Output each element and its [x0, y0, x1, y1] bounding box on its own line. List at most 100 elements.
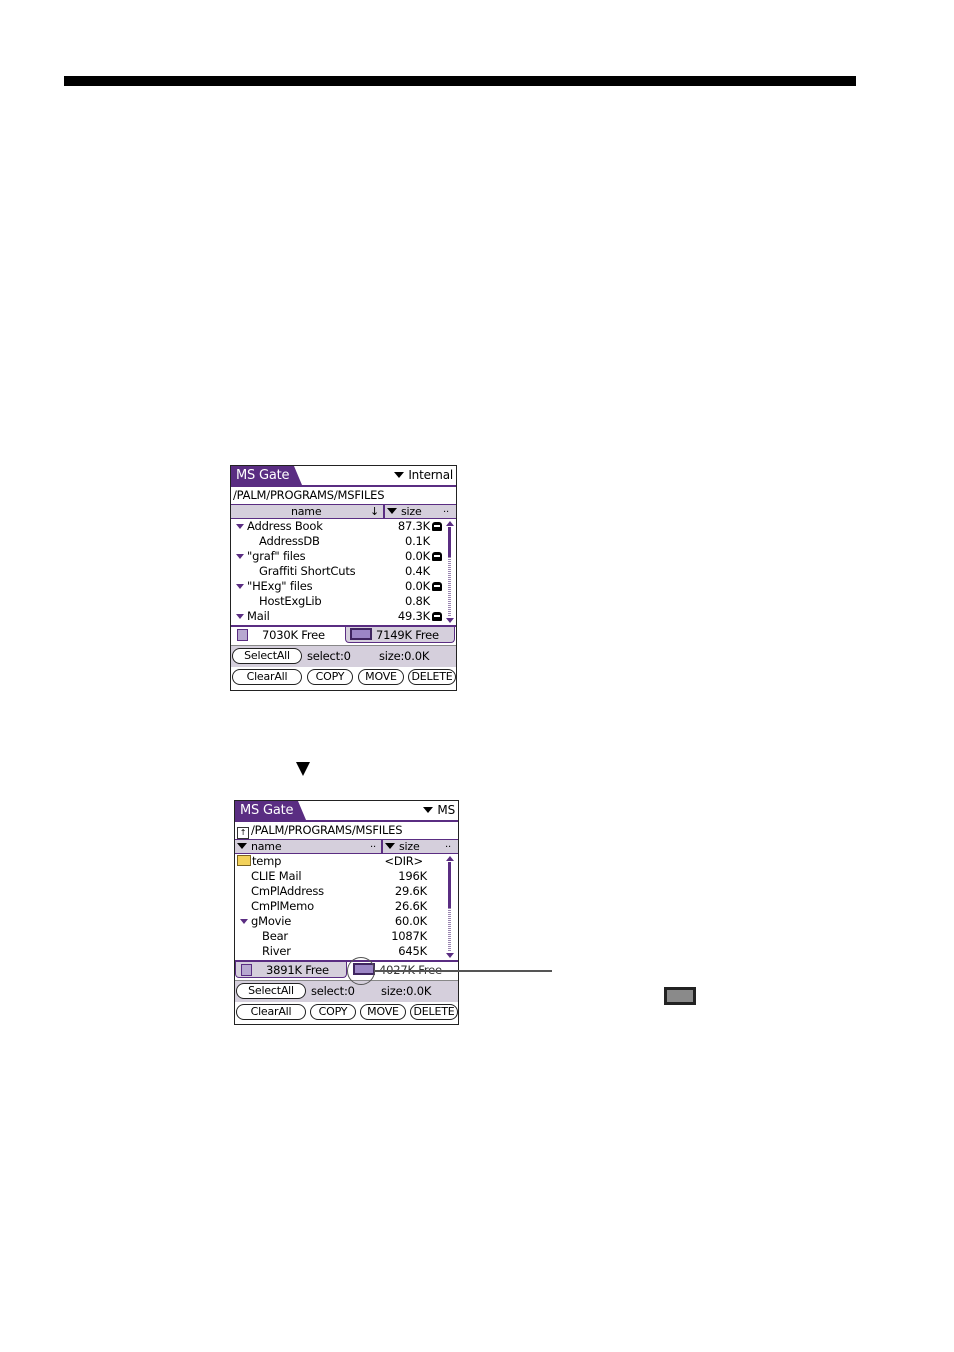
scrollbar[interactable] — [446, 856, 454, 958]
list-item[interactable]: CmPlMemo 26.6K — [235, 899, 445, 914]
list-item[interactable]: CLIE Mail 196K — [235, 869, 445, 884]
ms-free-tab[interactable]: 7149K Free — [345, 627, 455, 643]
clear-all-button[interactable]: ClearAll — [232, 669, 302, 685]
item-size: 196K — [398, 869, 427, 883]
up-folder-icon[interactable]: ↑ — [237, 827, 249, 839]
delete-button[interactable]: DELETE — [408, 669, 456, 685]
move-button[interactable]: MOVE — [358, 669, 404, 685]
scroll-up-icon[interactable] — [446, 856, 454, 861]
scroll-thumb[interactable] — [448, 527, 451, 557]
more-columns-icon[interactable]: .. — [445, 838, 451, 851]
item-size: 0.1K — [404, 534, 430, 548]
dropdown-arrow-icon — [394, 472, 405, 478]
scroll-down-icon[interactable] — [446, 618, 454, 623]
expand-arrow-icon[interactable] — [236, 584, 244, 589]
drive-label: Internal — [408, 468, 453, 482]
item-name: Graffiti ShortCuts — [259, 564, 356, 578]
list-item[interactable]: River 645K — [235, 944, 445, 959]
item-size: 1087K — [391, 929, 427, 943]
internal-free-tab[interactable]: 3891K Free — [235, 962, 347, 978]
internal-free-text: 3891K Free — [266, 963, 329, 977]
top-rule — [64, 76, 856, 86]
app-title[interactable]: MS Gate — [231, 466, 303, 485]
scroll-up-icon[interactable] — [446, 521, 454, 526]
item-size: 29.6K — [394, 884, 427, 898]
folder-name: temp — [252, 854, 282, 868]
name-column-label: name — [251, 840, 282, 853]
lock-icon — [432, 522, 442, 531]
scroll-down-icon[interactable] — [446, 953, 454, 958]
internal-free-text: 7030K Free — [262, 628, 325, 642]
list-item[interactable]: "graf" files 0.0K — [231, 549, 446, 564]
delete-button[interactable]: DELETE — [410, 1004, 458, 1020]
list-item[interactable]: HostExgLib 0.8K — [231, 594, 446, 609]
select-count: select:0 — [307, 649, 351, 663]
list-item[interactable]: CmPlAddress 29.6K — [235, 884, 445, 899]
item-name: "graf" files — [247, 549, 306, 563]
item-size: 87.3K — [397, 519, 430, 533]
list-item[interactable]: Address Book 87.3K — [231, 519, 446, 534]
item-name: Address Book — [247, 519, 323, 533]
app-title[interactable]: MS Gate — [235, 801, 307, 820]
expand-arrow-icon[interactable] — [240, 919, 248, 924]
item-name: Mail — [247, 609, 270, 623]
list-item[interactable]: gMovie 60.0K — [235, 914, 445, 929]
copy-button[interactable]: COPY — [307, 669, 353, 685]
item-size: 26.6K — [394, 899, 427, 913]
internal-memory-icon — [241, 964, 252, 976]
size-column-header[interactable]: size .. — [381, 838, 458, 853]
free-space-bar: 7030K Free 7149K Free — [231, 625, 456, 645]
item-name: gMovie — [251, 914, 292, 928]
size-column-header[interactable]: size .. — [383, 503, 456, 518]
internal-free-tab[interactable]: 7030K Free — [237, 627, 337, 643]
expand-arrow-icon[interactable] — [236, 524, 244, 529]
list-item[interactable]: Mail 49.3K — [231, 609, 446, 624]
name-column-label: name — [291, 505, 322, 518]
drive-selector[interactable]: MS — [423, 803, 455, 818]
more-name-icon[interactable]: .. — [370, 838, 376, 851]
step-arrow-icon — [296, 762, 310, 776]
drive-selector[interactable]: Internal — [394, 468, 453, 483]
select-all-button[interactable]: SelectAll — [232, 648, 302, 664]
scroll-thumb[interactable] — [448, 862, 451, 908]
path-text: /PALM/PROGRAMS/MSFILES — [233, 488, 385, 502]
clear-all-button[interactable]: ClearAll — [236, 1004, 306, 1020]
item-size: 0.4K — [404, 564, 430, 578]
size-column-label: size — [401, 505, 422, 518]
copy-button[interactable]: COPY — [310, 1004, 356, 1020]
ms-gate-screen-internal: MS Gate Internal /PALM/PROGRAMS/MSFILES … — [230, 465, 457, 691]
item-name: temp — [237, 854, 281, 869]
list-item[interactable]: temp <DIR> — [235, 854, 445, 869]
path-text: /PALM/PROGRAMS/MSFILES — [251, 823, 403, 837]
list-item[interactable]: Graffiti ShortCuts 0.4K — [231, 564, 446, 579]
scrollbar[interactable] — [446, 521, 454, 623]
folder-icon — [237, 855, 251, 866]
item-name: Bear — [262, 929, 288, 943]
callout-line — [374, 970, 552, 972]
callout-circle — [347, 957, 375, 985]
expand-arrow-icon[interactable] — [236, 554, 244, 559]
list-item[interactable]: Bear 1087K — [235, 929, 445, 944]
name-column-header[interactable]: name .. — [235, 838, 381, 853]
selected-size: size:0.0K — [381, 984, 432, 998]
list-item[interactable]: AddressDB 0.1K — [231, 534, 446, 549]
list-item[interactable]: "HExg" files 0.0K — [231, 579, 446, 594]
path-display: ↑/PALM/PROGRAMS/MSFILES — [235, 822, 458, 840]
item-name: "HExg" files — [247, 579, 313, 593]
button-row: ClearAll COPY MOVE DELETE — [235, 1002, 458, 1022]
title-bar: MS Gate MS — [235, 801, 458, 822]
file-list: temp <DIR> CLIE Mail 196K CmPlAddress 29… — [235, 854, 458, 960]
drive-label: MS — [437, 803, 455, 817]
expand-arrow-icon[interactable] — [236, 614, 244, 619]
size-column-label: size — [399, 840, 420, 853]
size-sort-icon — [387, 508, 397, 514]
size-sort-icon — [385, 843, 395, 849]
item-size: 645K — [398, 944, 427, 958]
move-button[interactable]: MOVE — [360, 1004, 406, 1020]
file-list: Address Book 87.3K AddressDB 0.1K "graf"… — [231, 519, 456, 625]
more-columns-icon[interactable]: .. — [443, 503, 449, 516]
select-all-button[interactable]: SelectAll — [236, 983, 306, 999]
column-header: name ↓ size .. — [231, 503, 456, 519]
name-column-header[interactable]: name ↓ — [231, 505, 383, 518]
lock-icon — [432, 552, 442, 561]
